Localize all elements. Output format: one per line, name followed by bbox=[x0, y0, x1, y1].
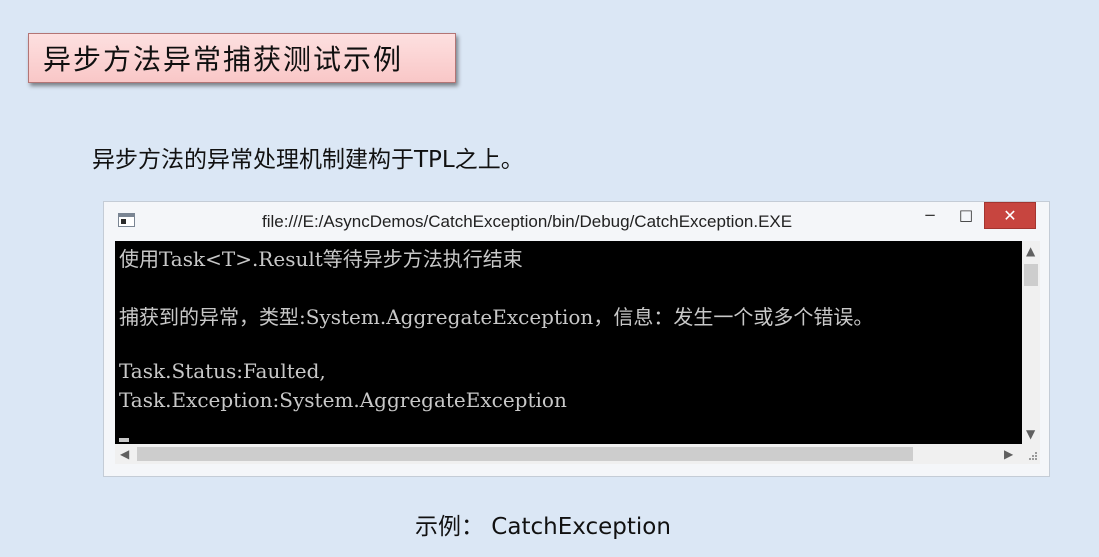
slide-title-box: 异步方法异常捕获测试示例 bbox=[28, 33, 456, 83]
console-window: file:///E:/AsyncDemos/CatchException/bin… bbox=[103, 201, 1050, 477]
close-icon: ✕ bbox=[1003, 206, 1017, 225]
console-line: Task.Status:Faulted, bbox=[119, 359, 326, 383]
window-title: file:///E:/AsyncDemos/CatchException/bin… bbox=[262, 212, 793, 231]
scroll-down-icon[interactable]: ▼ bbox=[1026, 428, 1035, 440]
maximize-icon: □ bbox=[958, 205, 974, 224]
slide-caption: 示例： CatchException bbox=[415, 514, 671, 540]
console-cursor bbox=[119, 438, 129, 442]
slide-subtitle: 异步方法的异常处理机制建构于TPL之上。 bbox=[92, 147, 524, 173]
scroll-up-icon[interactable]: ▲ bbox=[1026, 245, 1035, 257]
close-button[interactable]: ✕ bbox=[984, 202, 1036, 229]
console-output[interactable]: 使用Task<T>.Result等待异步方法执行结束 捕获到的异常，类型:Sys… bbox=[115, 241, 1022, 444]
horizontal-scroll-thumb[interactable] bbox=[137, 447, 913, 461]
console-app-icon[interactable] bbox=[118, 213, 135, 227]
scroll-left-icon[interactable]: ◀ bbox=[120, 448, 129, 460]
minimize-button[interactable]: − bbox=[916, 202, 944, 227]
horizontal-scrollbar[interactable]: ◀ ▶ bbox=[115, 444, 1022, 464]
console-line: 使用Task<T>.Result等待异步方法执行结束 bbox=[119, 247, 523, 271]
vertical-scrollbar[interactable]: ▲ ▼ bbox=[1022, 241, 1040, 444]
scroll-right-icon[interactable]: ▶ bbox=[1004, 448, 1013, 460]
console-line: 捕获到的异常，类型:System.AggregateException，信息：发… bbox=[119, 305, 874, 329]
maximize-button[interactable]: □ bbox=[952, 202, 980, 227]
slide-title: 异步方法异常捕获测试示例 bbox=[43, 43, 404, 76]
window-titlebar[interactable]: file:///E:/AsyncDemos/CatchException/bin… bbox=[104, 202, 1049, 241]
vertical-scroll-thumb[interactable] bbox=[1024, 264, 1038, 286]
console-line: Task.Exception:System.AggregateException bbox=[119, 388, 567, 412]
minimize-icon: − bbox=[923, 205, 937, 224]
resize-grip-icon[interactable] bbox=[1022, 444, 1040, 464]
